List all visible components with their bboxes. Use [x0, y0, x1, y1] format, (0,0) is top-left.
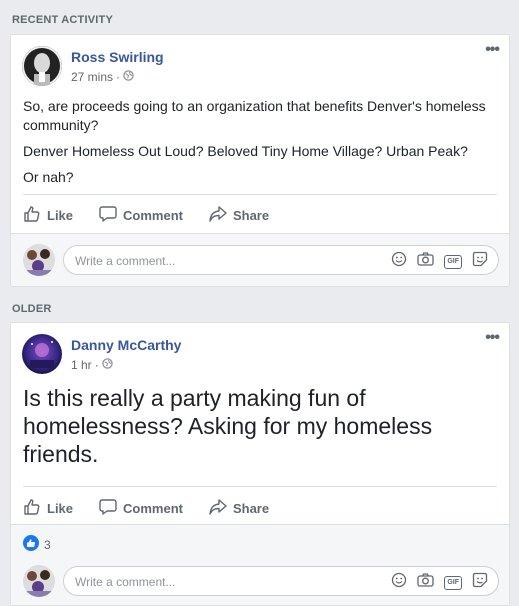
post-timestamp[interactable]: 1 hr: [71, 358, 92, 372]
more-options-icon[interactable]: •••: [485, 330, 500, 346]
post-meta: 27 mins ·: [71, 70, 134, 84]
share-label: Share: [232, 207, 270, 223]
globe-icon[interactable]: [123, 70, 134, 84]
gif-label: GIF: [447, 257, 459, 265]
section-label-recent: RECENT ACTIVITY: [12, 14, 113, 26]
divider: [23, 486, 497, 487]
thumbs-up-icon: [23, 498, 41, 519]
post-actions: Like Comment Share: [23, 198, 497, 232]
post-card: Danny McCarthy 1 hr · ••• Is this really…: [10, 322, 510, 606]
emoji-icon[interactable]: [391, 572, 407, 593]
sticker-icon[interactable]: [472, 572, 488, 593]
comment-placeholder: Write a comment...: [75, 254, 176, 268]
meta-separator: ·: [116, 70, 121, 84]
comment-composer: Write a comment... GIF: [11, 233, 509, 286]
comment-icon: [99, 498, 117, 519]
like-count: 3: [44, 537, 51, 552]
globe-icon[interactable]: [101, 358, 113, 372]
share-label: Share: [232, 500, 270, 516]
like-label: Like: [47, 500, 74, 516]
post-paragraph: Or nah?: [23, 169, 74, 185]
share-icon: [209, 205, 227, 226]
comment-input[interactable]: Write a comment... GIF: [63, 566, 499, 596]
share-button[interactable]: Share: [209, 498, 269, 519]
emoji-icon[interactable]: [391, 251, 407, 272]
post-paragraph: Denver Homeless Out Loud? Beloved Tiny H…: [23, 143, 468, 159]
comment-placeholder: Write a comment...: [75, 575, 176, 589]
post-meta: 1 hr ·: [71, 358, 113, 372]
post-author[interactable]: Ross Swirling: [71, 49, 164, 65]
comment-button[interactable]: Comment: [99, 498, 183, 519]
comment-button[interactable]: Comment: [99, 205, 183, 226]
gif-icon[interactable]: GIF: [444, 575, 462, 590]
gif-label: GIF: [447, 578, 459, 586]
gif-icon[interactable]: GIF: [444, 254, 462, 269]
post-body: Is this really a party making fun of hom…: [23, 385, 433, 467]
more-options-icon[interactable]: •••: [485, 42, 500, 58]
section-label-older: OLDER: [12, 303, 52, 315]
post-body: So, are proceeds going to an organizatio…: [23, 97, 497, 194]
thumbs-up-icon: [23, 205, 41, 226]
like-button[interactable]: Like: [23, 205, 73, 226]
comment-label: Comment: [123, 207, 183, 223]
comment-input[interactable]: Write a comment... GIF: [63, 245, 499, 275]
like-button[interactable]: Like: [23, 498, 73, 519]
camera-icon[interactable]: [417, 251, 434, 272]
meta-separator: ·: [94, 358, 99, 372]
avatar[interactable]: [23, 244, 55, 276]
avatar[interactable]: [22, 46, 62, 86]
camera-icon[interactable]: [417, 572, 434, 593]
avatar[interactable]: [22, 334, 62, 374]
comment-label: Comment: [123, 500, 183, 516]
post-timestamp[interactable]: 27 mins: [71, 70, 113, 84]
post-paragraph: So, are proceeds going to an organizatio…: [23, 98, 486, 133]
post-actions: Like Comment Share: [23, 491, 497, 525]
sticker-icon[interactable]: [472, 251, 488, 272]
like-reaction-icon: [23, 535, 39, 554]
comment-icon: [99, 205, 117, 226]
comment-composer: 3 Write a comment... GIF: [11, 524, 509, 605]
avatar[interactable]: [23, 565, 55, 597]
post-card: Ross Swirling 27 mins · ••• So, are proc…: [10, 34, 510, 287]
post-author[interactable]: Danny McCarthy: [71, 337, 181, 353]
share-icon: [209, 498, 227, 519]
comment-tools: GIF: [391, 572, 488, 593]
divider: [23, 194, 497, 195]
reaction-summary[interactable]: 3: [23, 535, 51, 554]
like-label: Like: [47, 207, 74, 223]
share-button[interactable]: Share: [209, 205, 269, 226]
comment-tools: GIF: [391, 251, 488, 272]
